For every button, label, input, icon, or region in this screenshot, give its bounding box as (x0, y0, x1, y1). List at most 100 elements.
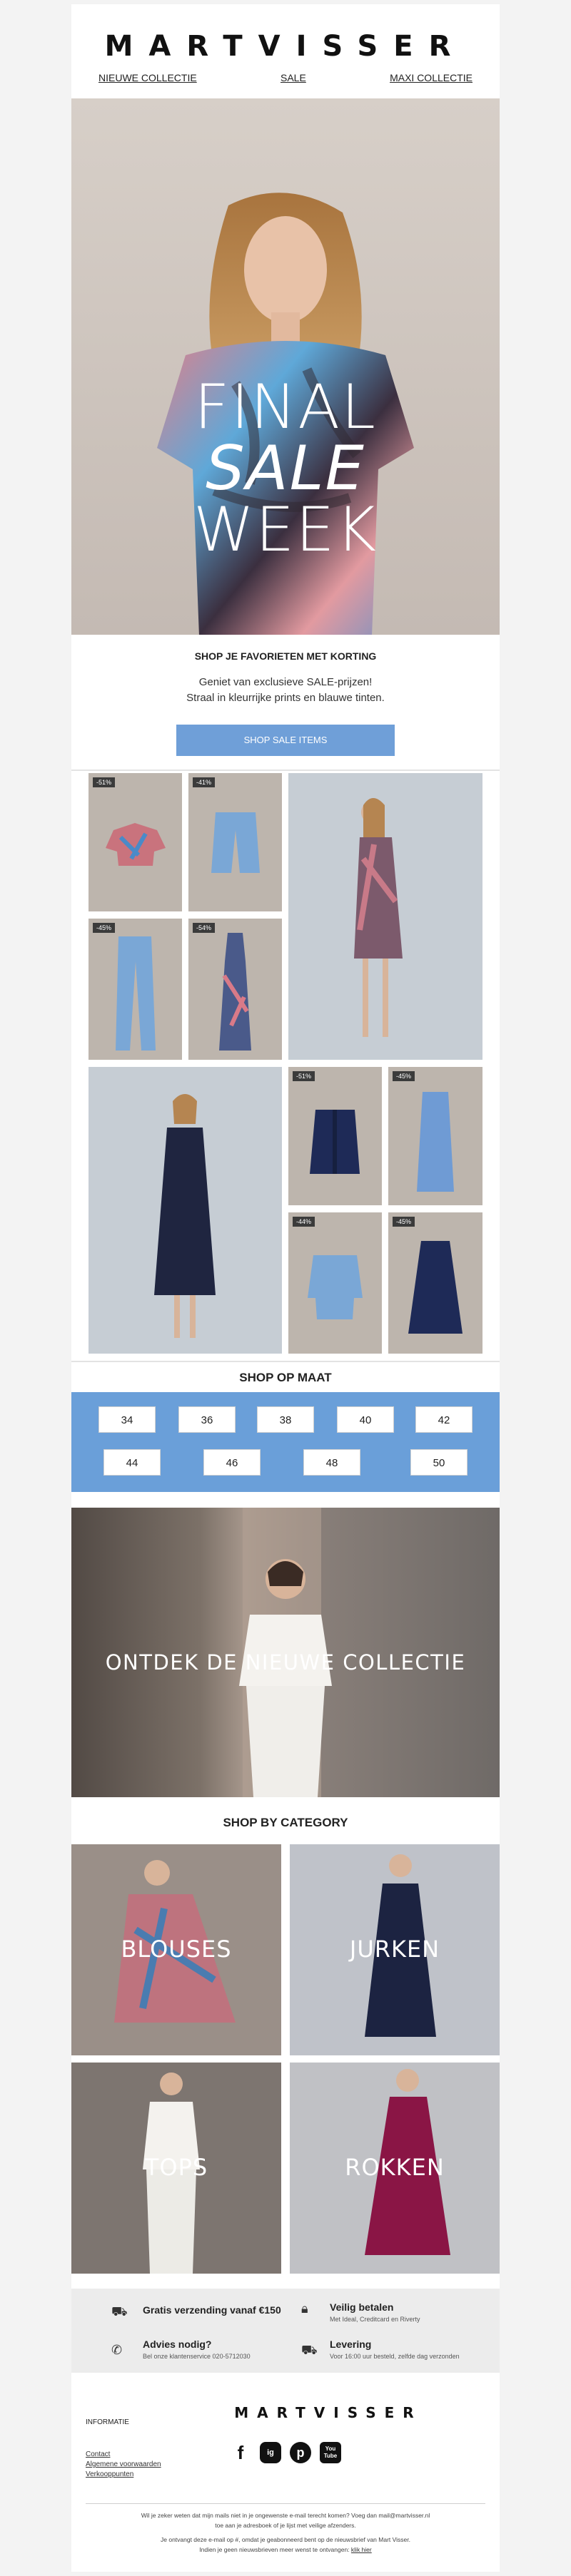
usp-delivery-title: Levering (330, 2339, 372, 2350)
discount-badge: -54% (193, 923, 216, 933)
size-button-36[interactable]: 36 (178, 1406, 236, 1433)
nav-nieuwe-collectie[interactable]: NIEUWE COLLECTIE (98, 72, 197, 83)
usp-payment-title: Veilig betalen (330, 2301, 394, 2313)
delivery-icon: ⛟ (301, 2343, 318, 2357)
youtube-icon[interactable]: You Tube (320, 2442, 341, 2463)
phone-icon: ✆ (111, 2343, 123, 2357)
category-title: SHOP BY CATEGORY (223, 1816, 348, 1829)
product-tile[interactable]: -41% (188, 773, 282, 911)
email-container: MARTVISSER NIEUWE COLLECTIE SALE MAXI CO… (71, 4, 500, 2572)
product-tile[interactable]: -54% (188, 919, 282, 1060)
hero-line-week: WEEK (193, 494, 378, 566)
top-nav: NIEUWE COLLECTIE SALE MAXI COLLECTIE (98, 72, 473, 83)
category-label: TOPS (144, 2154, 208, 2181)
usp-advice-sub: Bel onze klantenservice 020-5712030 (143, 2353, 251, 2360)
product-tile[interactable]: -51% (288, 1067, 382, 1205)
product-tile[interactable]: -45% (388, 1212, 482, 1354)
product-image-maxi-dress (219, 933, 251, 1051)
product-tile[interactable]: -51% (89, 773, 182, 911)
footer-logo[interactable]: MARTVISSER (228, 2404, 428, 2421)
category-jurken[interactable]: JURKEN (290, 1844, 500, 2055)
sizes-title: SHOP OP MAAT (239, 1371, 332, 1384)
brand-logo[interactable]: MARTVISSER (71, 30, 500, 63)
footer-note-4: Indien je geen nieuwsbrieven meer wenst … (199, 2546, 350, 2553)
product-tile[interactable]: -45% (89, 919, 182, 1060)
intro-line-2: Straal in kleurrijke prints en blauwe ti… (186, 692, 385, 704)
size-button-42[interactable]: 42 (415, 1406, 473, 1433)
product-image-trousers (116, 936, 156, 1051)
footer-link-terms[interactable]: Algemene voorwaarden (86, 2460, 161, 2468)
size-button-46[interactable]: 46 (203, 1449, 261, 1476)
nav-maxi-collectie[interactable]: MAXI COLLECTIE (390, 72, 473, 83)
product-image-dress-model (354, 798, 403, 1037)
discount-badge: -45% (393, 1071, 415, 1081)
footer-divider (86, 2503, 485, 2504)
footer-note-3: Je ontvangt deze e-mail op #, omdat je g… (161, 2536, 410, 2543)
instagram-icon[interactable]: ig (260, 2442, 281, 2463)
category-label: ROKKEN (345, 2154, 445, 2181)
size-button-40[interactable]: 40 (337, 1406, 394, 1433)
usp-bar: ⛟ Gratis verzending vanaf €150 🔒︎ Veilig… (71, 2289, 500, 2373)
footer-note-4-wrap: Indien je geen nieuwsbrieven meer wenst … (71, 2546, 500, 2553)
footer-info-label: INFORMATIE (86, 2418, 129, 2426)
footer-link-contact[interactable]: Contact (86, 2450, 110, 2458)
footer-note-2: toe aan je adresboek of je lijst met vei… (215, 2522, 356, 2529)
hero-banner[interactable]: FINAL SALE WEEK (71, 98, 500, 635)
size-button-34[interactable]: 34 (98, 1406, 156, 1433)
category-label: BLOUSES (121, 1936, 232, 1963)
product-image-blue-dress (417, 1092, 454, 1192)
category-label: JURKEN (349, 1936, 440, 1963)
size-selector: 34 36 38 40 42 44 46 48 50 (71, 1392, 500, 1492)
size-button-38[interactable]: 38 (257, 1406, 314, 1433)
usp-delivery-sub: Voor 16:00 uur besteld, zelfde dag verzo… (330, 2353, 460, 2360)
product-image-navy-dress-model (154, 1094, 216, 1338)
size-button-50[interactable]: 50 (410, 1449, 468, 1476)
hero-line-final: FINAL (194, 372, 377, 443)
discount-badge: -51% (93, 777, 116, 787)
product-image-blouse (106, 823, 166, 866)
product-tile-large[interactable] (89, 1067, 282, 1354)
product-image-shorts (211, 812, 260, 873)
divider (71, 770, 500, 771)
usp-advice-title: Advies nodig? (143, 2339, 212, 2350)
discount-badge: -41% (193, 777, 216, 787)
product-image-navy-skirt (408, 1241, 463, 1334)
new-collection-banner[interactable]: ONTDEK DE NIEUWE COLLECTIE (71, 1508, 500, 1797)
product-tile-large[interactable] (288, 773, 482, 1060)
category-rokken[interactable]: ROKKEN (290, 2063, 500, 2274)
usp-payment: Veilig betalen Met Ideal, Creditcard en R… (330, 2301, 420, 2323)
size-button-48[interactable]: 48 (303, 1449, 360, 1476)
category-blouses[interactable]: BLOUSES (71, 1844, 281, 2055)
discount-badge: -45% (93, 923, 116, 933)
usp-shipping-title: Gratis verzending vanaf €150 (143, 2304, 281, 2316)
shop-sale-button[interactable]: SHOP SALE ITEMS (176, 725, 395, 756)
unsubscribe-link[interactable]: klik hier (351, 2546, 372, 2553)
hero-line-sale: SALE (206, 433, 365, 504)
usp-advice: Advies nodig? Bel onze klantenservice 020… (143, 2339, 251, 2360)
intro-title: SHOP JE FAVORIETEN MET KORTING (194, 650, 377, 662)
nav-sale[interactable]: SALE (281, 72, 306, 83)
facebook-icon[interactable]: f (230, 2442, 251, 2463)
banner-label: ONTDEK DE NIEUWE COLLECTIE (105, 1650, 466, 1675)
usp-delivery: Levering Voor 16:00 uur besteld, zelfde d… (330, 2339, 460, 2360)
hero-headline: FINAL SALE WEEK (71, 377, 500, 561)
truck-icon: ⛟ (111, 2304, 128, 2319)
lock-icon: 🔒︎ (301, 2301, 308, 2316)
product-tile[interactable]: -45% (388, 1067, 482, 1205)
product-image-jacket (310, 1110, 360, 1174)
footer-note-1: Wil je zeker weten dat mijn mails niet i… (141, 2512, 430, 2519)
product-tile[interactable]: -44% (288, 1212, 382, 1354)
product-image-blue-blouse (308, 1255, 363, 1319)
pinterest-icon[interactable]: p (290, 2442, 311, 2463)
intro-text: Geniet van exclusieve SALE-prijzen! Stra… (71, 675, 500, 706)
usp-payment-sub: Met Ideal, Creditcard en Riverty (330, 2316, 420, 2323)
discount-badge: -44% (293, 1217, 315, 1227)
size-button-44[interactable]: 44 (103, 1449, 161, 1476)
usp-shipping: Gratis verzending vanaf €150 (143, 2304, 281, 2316)
divider (71, 1361, 500, 1362)
discount-badge: -45% (393, 1217, 415, 1227)
discount-badge: -51% (293, 1071, 315, 1081)
footer-link-stores[interactable]: Verkooppunten (86, 2470, 133, 2478)
category-tops[interactable]: TOPS (71, 2063, 281, 2274)
intro-line-1: Geniet van exclusieve SALE-prijzen! (198, 676, 373, 688)
